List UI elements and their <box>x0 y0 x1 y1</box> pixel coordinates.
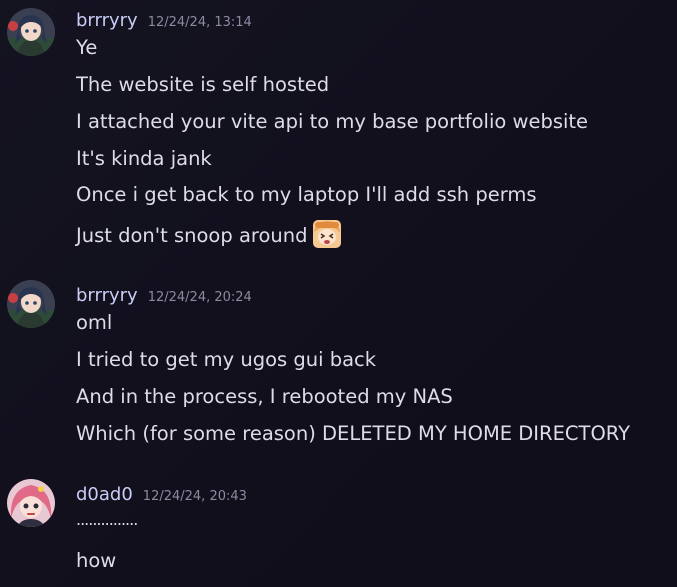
message-text-with-emoji: Just don't snoop around <box>76 219 342 249</box>
username[interactable]: brrryry <box>76 10 138 31</box>
avatar-pink-hair-girl-icon <box>7 479 55 527</box>
message-text: how <box>76 549 117 572</box>
message-text: oml <box>76 311 113 334</box>
user-avatar[interactable] <box>7 280 55 328</box>
message-text: I attached your vite api to my base port… <box>76 110 589 133</box>
message-text: It's kinda jank <box>76 147 212 170</box>
message-text: ............... <box>76 510 138 529</box>
message-header: d0ad0 12/24/24, 20:43 <box>76 484 247 506</box>
username[interactable]: brrryry <box>76 285 138 306</box>
message-header: brrryry 12/24/24, 13:14 <box>76 10 252 32</box>
message-text: Once i get back to my laptop I'll add ss… <box>76 183 537 206</box>
message-text: Just don't snoop around <box>76 224 308 247</box>
message-text: Which (for some reason) DELETED MY HOME … <box>76 422 631 445</box>
umaru-emoji-icon[interactable] <box>312 219 342 249</box>
message-timestamp[interactable]: 12/24/24, 20:43 <box>143 489 247 504</box>
user-avatar[interactable] <box>7 8 55 56</box>
avatar-dark-hair-girl-icon <box>7 280 55 328</box>
message-text: Ye <box>76 36 98 59</box>
avatar-dark-hair-girl-icon <box>7 8 55 56</box>
message-text: And in the process, I rebooted my NAS <box>76 385 453 408</box>
message-timestamp[interactable]: 12/24/24, 20:24 <box>148 290 252 305</box>
message-text: I tried to get my ugos gui back <box>76 348 377 371</box>
username[interactable]: d0ad0 <box>76 484 133 505</box>
user-avatar[interactable] <box>7 479 55 527</box>
message-header: brrryry 12/24/24, 20:24 <box>76 285 252 307</box>
message-timestamp[interactable]: 12/24/24, 13:14 <box>148 15 252 30</box>
message-text: The website is self hosted <box>76 73 330 96</box>
